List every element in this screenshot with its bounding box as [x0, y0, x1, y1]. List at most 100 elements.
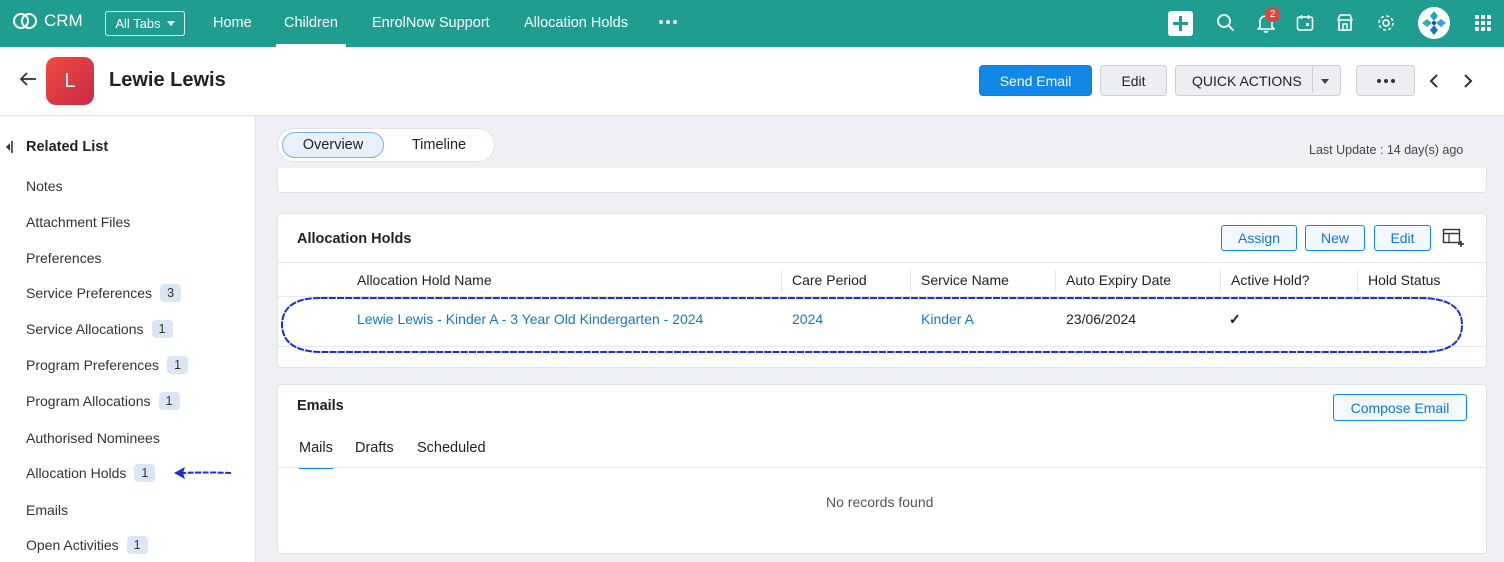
compose-email-label: Compose Email	[1350, 399, 1450, 416]
tab-mails[interactable]: Mails	[299, 440, 333, 469]
count-badge: 1	[126, 536, 148, 554]
sidebar-item-allocation-holds[interactable]: Allocation Holds 1	[26, 464, 156, 482]
sidebar-item-program-allocations[interactable]: Program Allocations 1	[26, 392, 180, 410]
previous-record-icon[interactable]	[1428, 73, 1440, 89]
count-badge: 3	[160, 284, 182, 302]
more-options-button[interactable]	[1356, 65, 1415, 96]
back-arrow-icon[interactable]	[18, 70, 38, 88]
edit-related-button[interactable]: Edit	[1374, 225, 1431, 251]
tab-children[interactable]: Children	[276, 0, 346, 47]
collapse-sidebar-icon[interactable]	[5, 140, 13, 154]
sidebar-item-program-preferences[interactable]: Program Preferences 1	[26, 356, 189, 374]
related-list-sidebar: Related List Notes Attachment Files Pref…	[0, 116, 256, 562]
annotation-arrow-icon	[174, 467, 232, 479]
crm-logo[interactable]: CRM	[12, 11, 83, 31]
sidebar-item-open-activities[interactable]: Open Activities 1	[26, 536, 148, 554]
tab-home[interactable]: Home	[213, 15, 252, 31]
empty-state-text: No records found	[826, 494, 934, 510]
add-column-icon[interactable]	[1442, 227, 1466, 247]
sidebar-item-notes[interactable]: Notes	[26, 178, 63, 194]
new-button[interactable]: New	[1305, 225, 1365, 251]
column-header-active-hold[interactable]: Active Hold?	[1231, 272, 1310, 288]
sidebar-item-preferences[interactable]: Preferences	[26, 250, 101, 266]
assign-label: Assign	[1237, 230, 1281, 246]
sidebar-item-label: Allocation Holds	[26, 465, 127, 481]
column-header-care-period[interactable]: Care Period	[792, 272, 867, 288]
crm-logo-icon	[13, 13, 37, 29]
assign-button[interactable]: Assign	[1221, 225, 1297, 251]
column-divider	[1220, 270, 1221, 292]
user-avatar-logo-icon	[1418, 7, 1450, 39]
count-badge: 1	[158, 392, 180, 410]
sidebar-item-label: Preferences	[26, 250, 102, 266]
store-icon[interactable]	[1335, 12, 1355, 34]
emails-card	[277, 384, 1487, 554]
sidebar-item-label: Emails	[26, 502, 69, 518]
plus-icon[interactable]	[1168, 11, 1193, 36]
emails-title: Emails	[297, 398, 344, 414]
tab-scheduled[interactable]: Scheduled	[417, 440, 486, 456]
record-name: Lewie Lewis	[109, 69, 226, 91]
send-email-button[interactable]: Send Email	[979, 65, 1092, 96]
quick-actions-button[interactable]: QUICK ACTIONS	[1175, 65, 1341, 96]
column-header-auto-expiry-date[interactable]: Auto Expiry Date	[1066, 272, 1171, 288]
all-tabs-dropdown[interactable]: All Tabs	[105, 11, 185, 36]
gear-icon[interactable]	[1376, 12, 1396, 34]
all-tabs-label: All Tabs	[115, 16, 161, 31]
sidebar-item-label: Open Activities	[26, 537, 119, 553]
email-tabs-divider	[278, 467, 1486, 468]
send-email-label: Send Email	[999, 72, 1072, 89]
edit-label: Edit	[1121, 72, 1146, 89]
sidebar-item-authorised-nominees[interactable]: Authorised Nominees	[26, 430, 160, 446]
column-divider	[910, 270, 911, 292]
column-header-service-name[interactable]: Service Name	[921, 272, 1009, 288]
compose-email-button[interactable]: Compose Email	[1333, 394, 1467, 421]
record-header: L Lewie Lewis Send Email Edit QUICK ACTI…	[0, 47, 1504, 116]
record-avatar: L	[46, 57, 94, 105]
sidebar-item-service-allocations[interactable]: Service Allocations 1	[26, 320, 173, 338]
tab-overview[interactable]: Overview	[282, 132, 384, 158]
chevron-down-icon	[166, 21, 175, 26]
app-grid-icon[interactable]	[1475, 15, 1491, 31]
sidebar-item-label: Service Allocations	[26, 321, 144, 337]
sidebar-item-label: Attachment Files	[26, 214, 131, 230]
next-record-icon[interactable]	[1462, 73, 1474, 89]
column-header-allocation-hold-name[interactable]: Allocation Hold Name	[357, 272, 492, 288]
annotation-circle-icon	[280, 297, 1464, 353]
related-list-title: Related List	[26, 139, 109, 155]
sidebar-item-service-preferences[interactable]: Service Preferences 3	[26, 284, 182, 302]
top-navigation-bar: CRM All Tabs Home Children EnrolNow Supp…	[0, 0, 1504, 47]
sidebar-item-label: Authorised Nominees	[26, 430, 160, 446]
edit-button[interactable]: Edit	[1100, 65, 1167, 96]
quick-actions-divider	[1312, 66, 1313, 93]
column-header-hold-status[interactable]: Hold Status	[1368, 272, 1440, 288]
tab-timeline[interactable]: Timeline	[390, 132, 488, 158]
last-update-text: Last Update : 14 day(s) ago	[1309, 143, 1464, 157]
table-header-top-divider	[278, 262, 1486, 263]
quick-actions-label: QUICK ACTIONS	[1192, 72, 1302, 89]
calendar-icon[interactable]	[1295, 12, 1315, 34]
previous-section-card	[277, 168, 1487, 193]
edit-related-label: Edit	[1390, 230, 1415, 246]
column-divider	[1357, 270, 1358, 292]
sidebar-item-emails[interactable]: Emails	[26, 502, 68, 518]
sidebar-item-label: Program Allocations	[26, 393, 151, 409]
count-badge: 1	[167, 356, 189, 374]
sidebar-item-label: Program Preferences	[26, 357, 160, 373]
tab-drafts[interactable]: Drafts	[355, 440, 394, 456]
app-name: CRM	[44, 11, 83, 30]
sidebar-item-label: Notes	[26, 178, 63, 194]
sidebar-item-attachment-files[interactable]: Attachment Files	[26, 214, 130, 230]
tab-enrolnow-support[interactable]: EnrolNow Support	[372, 15, 490, 31]
user-avatar[interactable]	[1418, 7, 1450, 39]
tab-allocation-holds[interactable]: Allocation Holds	[524, 15, 628, 31]
more-tabs-icon[interactable]	[659, 20, 677, 24]
search-icon[interactable]	[1216, 12, 1236, 34]
more-dots-icon	[1376, 78, 1395, 83]
chevron-down-icon[interactable]	[1321, 79, 1329, 84]
allocation-holds-title: Allocation Holds	[297, 231, 412, 247]
column-divider	[1055, 270, 1056, 292]
count-badge: 1	[151, 320, 173, 338]
column-divider	[781, 270, 782, 292]
view-switcher: Overview Timeline	[277, 128, 495, 162]
